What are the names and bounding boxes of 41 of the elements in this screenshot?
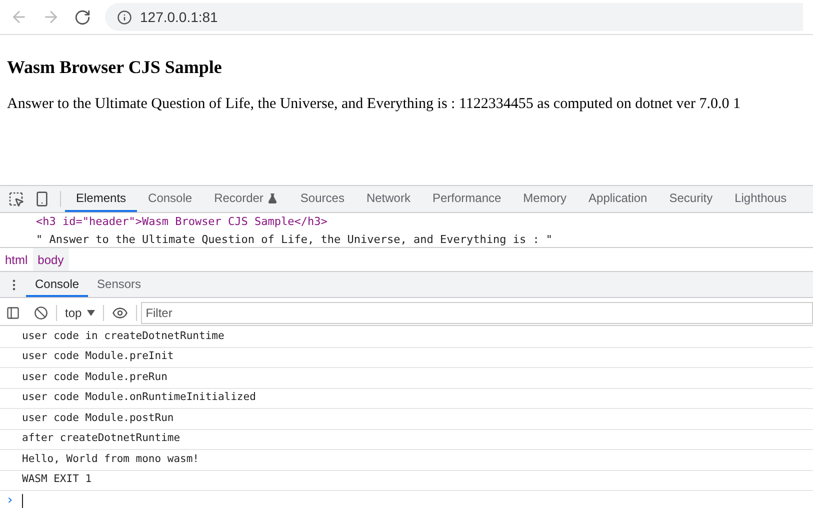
dom-node-line[interactable]: <h3 id="header">Wasm Browser CJS Sample</h3> (36, 213, 813, 231)
console-message: user code Module.onRuntimeInitialized (22, 390, 256, 406)
address-bar[interactable]: 127.0.0.1:81 (105, 3, 803, 31)
prompt-symbol: › (6, 492, 14, 510)
devtools-tab[interactable]: Application (578, 186, 658, 212)
console-message: WASM EXIT 1 (22, 472, 92, 488)
devtools-tab[interactable]: Recorder (203, 186, 290, 212)
devtools-tab[interactable]: Sources (289, 186, 356, 212)
console-message: user code in createDotnetRuntime (22, 328, 224, 344)
inspect-icon[interactable] (8, 191, 24, 207)
page-heading: Wasm Browser CJS Sample (7, 56, 223, 79)
reload-icon[interactable] (74, 8, 91, 26)
console-message: user code Module.preInit (22, 349, 174, 364)
eye-icon[interactable] (112, 304, 128, 320)
devtools-tab[interactable]: Network (355, 186, 422, 212)
text-cursor (22, 494, 23, 508)
dom-node-line[interactable]: " Answer to the Ultimate Question of Life, the Universe, and Everything is : " (36, 231, 813, 247)
breadcrumb[interactable]: body (32, 248, 69, 271)
breadcrumb[interactable]: html (0, 248, 33, 271)
sidebar-toggle-icon[interactable] (6, 306, 20, 320)
info-icon[interactable] (117, 10, 132, 24)
flask-icon (267, 192, 278, 204)
devtools-tab[interactable]: Security (658, 186, 724, 212)
url-text: 127.0.0.1:81 (140, 8, 218, 26)
devtools-tab[interactable]: Memory (512, 186, 578, 212)
drawer-tab[interactable]: Console (26, 272, 88, 297)
console-message: after createDotnetRuntime (22, 431, 180, 446)
devtools-tab[interactable]: Lighthous (724, 186, 798, 212)
clear-icon[interactable] (34, 306, 48, 320)
devtools-tab[interactable]: Elements (65, 186, 138, 212)
console-message: Hello, World from mono wasm! (22, 452, 200, 467)
devtools-tab[interactable]: Console (137, 186, 204, 212)
drawer-tab[interactable]: Sensors (88, 272, 150, 297)
device-icon[interactable] (34, 191, 50, 207)
filter-field[interactable]: Filter (140, 302, 813, 324)
console-message: user code Module.postRun (22, 410, 174, 426)
caret-icon (86, 310, 95, 316)
context-selector[interactable]: top (65, 304, 95, 322)
answer-paragraph: Answer to the Ultimate Question of Life, the Universe, and Everything is : 1122334455 as computed on dotnet ver 7.0.0 1 (7, 95, 742, 114)
devtools-tab[interactable]: Performance (421, 186, 512, 212)
console-message: user code Module.preRun (22, 370, 168, 385)
